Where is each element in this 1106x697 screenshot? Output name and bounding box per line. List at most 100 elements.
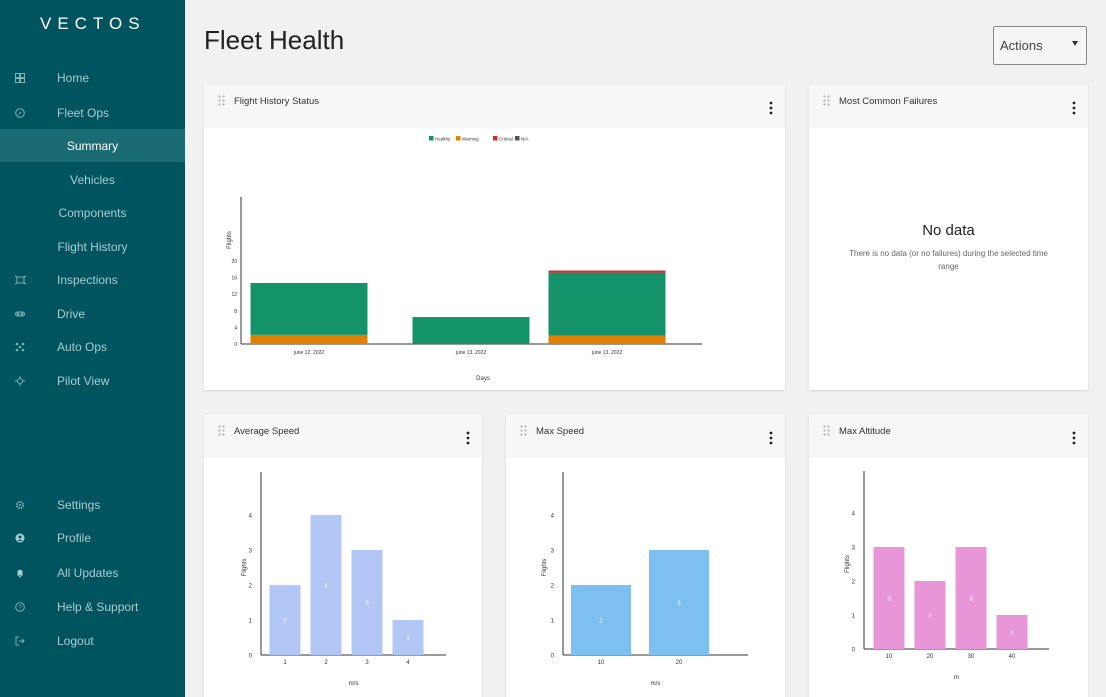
max-altitude-chart: 01234310220330140mFlights	[845, 471, 1049, 681]
bell-icon	[14, 567, 26, 579]
stacked-bar-segment	[548, 272, 666, 336]
sidebar: VECTOS Home Fleet Ops Summary Vehicles Compo…	[0, 0, 185, 697]
more-options-icon[interactable]	[466, 431, 470, 445]
logout-icon	[14, 635, 26, 647]
sidebar-item-auto-ops[interactable]: Auto Ops	[0, 330, 185, 363]
y-tick-label: 0	[234, 342, 237, 348]
y-tick-label: 2	[551, 584, 555, 590]
sidebar-item-label: All Updates	[57, 565, 119, 580]
flight-history-card: Flight History Status 0 4 8 12 16 20 june 12, …	[204, 85, 785, 390]
y-tick-label: 2	[852, 580, 856, 586]
sidebar-item-settings[interactable]: Settings	[0, 488, 185, 521]
drag-handle-icon[interactable]	[520, 425, 527, 439]
pilot-icon	[14, 375, 26, 387]
x-tick-label: june 12, 2022	[293, 350, 325, 356]
y-axis-title: Flights	[542, 559, 548, 577]
sidebar-item-profile[interactable]: Profile	[0, 521, 185, 554]
average-speed-chart: 0123421423314m/sFlights	[242, 472, 446, 687]
max-speed-card: Max Speed 0 1 2 3 4 2 10 3 20 m/s Flights	[506, 415, 785, 697]
average-speed-card: Average Speed 0 1 2 3 4 2 1 4 2 3 3 1 4 m/s Flights	[204, 415, 482, 697]
actions-dropdown[interactable]: Actions	[993, 26, 1087, 65]
vectos-logo: VECTOS	[40, 14, 146, 33]
sidebar-item-label: Components	[58, 205, 127, 220]
inspection-icon	[14, 274, 26, 286]
sidebar-item-help-support[interactable]: ? Help & Support	[0, 590, 185, 623]
card-header: Average Speed	[204, 415, 482, 458]
y-tick-label: 16	[231, 276, 237, 282]
x-tick-label: 10	[598, 660, 605, 666]
sidebar-item-label: Inspections	[57, 272, 118, 287]
sidebar-item-label: Home	[57, 70, 90, 85]
sidebar-item-home[interactable]: Home	[0, 61, 185, 94]
more-options-icon[interactable]	[1072, 431, 1076, 445]
x-tick-label: 1	[283, 660, 287, 666]
y-tick-label: 1	[249, 619, 253, 625]
x-axis-title: m	[954, 675, 959, 681]
drag-handle-icon[interactable]	[823, 425, 830, 439]
x-tick-label: 2	[324, 660, 328, 666]
sidebar-item-all-updates[interactable]: All Updates	[0, 556, 185, 589]
sidebar-item-inspections[interactable]: Inspections	[0, 263, 185, 296]
y-tick-label: 4	[249, 514, 253, 520]
gear-icon	[14, 499, 26, 511]
sidebar-item-label: Help & Support	[57, 599, 139, 614]
legend-swatch	[456, 136, 461, 141]
drag-handle-icon[interactable]	[218, 95, 225, 109]
sidebar-item-label: Drive	[57, 306, 86, 321]
y-axis-title: Flights	[227, 231, 233, 249]
sidebar-item-label: Auto Ops	[57, 339, 108, 354]
sidebar-item-label: Profile	[57, 530, 92, 545]
legend-swatch	[493, 136, 498, 141]
sidebar-item-components[interactable]: Components	[0, 196, 185, 229]
sidebar-item-drive[interactable]: Drive	[0, 297, 185, 330]
y-axis-title: Flights	[242, 559, 248, 577]
flight-history-chart: 0 4 8 12 16 20 june 12, 2022 june 13, 2022 june …	[227, 136, 702, 382]
y-tick-label: 12	[231, 292, 237, 298]
max-altitude-card: Max Altitude 0 1 2 3 4 3 10 2 20 3 30 1 40 m Flights	[809, 415, 1088, 697]
actions-label: Actions	[1000, 38, 1043, 53]
y-tick-label: 2	[249, 584, 253, 590]
y-axis-title: Flights	[845, 555, 851, 573]
x-axis-title: m/s	[349, 681, 359, 687]
y-tick-label: 3	[249, 549, 253, 555]
no-data-title: No data	[922, 222, 975, 239]
more-options-icon[interactable]	[1072, 101, 1076, 115]
sidebar-item-label: Pilot View	[57, 373, 110, 388]
card-header: Flight History Status	[204, 85, 785, 128]
stacked-bar-segment	[412, 317, 530, 344]
card-title: Flight History Status	[234, 96, 319, 107]
x-tick-label: 10	[886, 654, 893, 660]
stacked-bar-segment	[250, 282, 368, 335]
page-title: Fleet Health	[204, 25, 345, 55]
x-axis-title: Days	[476, 376, 490, 382]
max-speed-chart: 01234210320m/sFlights	[542, 472, 748, 687]
x-tick-label: 30	[968, 654, 975, 660]
sidebar-item-logout[interactable]: Logout	[0, 624, 185, 657]
drag-handle-icon[interactable]	[218, 425, 225, 439]
stacked-bar-segment	[548, 335, 666, 344]
legend-swatch	[429, 136, 434, 141]
legend-label: N/A	[521, 136, 529, 141]
sidebar-item-summary[interactable]: Summary	[0, 129, 185, 162]
drag-handle-icon[interactable]	[823, 95, 830, 109]
stacked-bar-segment	[548, 270, 666, 273]
logo-text: VECTOS	[40, 14, 146, 33]
sidebar-item-flight-history[interactable]: Flight History	[0, 230, 185, 263]
x-tick-label: 20	[676, 660, 683, 666]
more-options-icon[interactable]	[769, 431, 773, 445]
sidebar-item-label: Flight History	[57, 239, 128, 254]
sidebar-item-pilot-view[interactable]: Pilot View	[0, 364, 185, 397]
dashboard-icon	[14, 72, 26, 84]
sidebar-item-fleet-ops[interactable]: Fleet Ops	[0, 96, 185, 129]
legend-swatch	[515, 136, 520, 141]
y-tick-label: 20	[231, 259, 237, 265]
y-tick-label: 0	[852, 648, 856, 654]
card-title: Most Common Failures	[839, 96, 938, 107]
more-options-icon[interactable]	[769, 101, 773, 115]
y-tick-label: 4	[234, 325, 237, 331]
sidebar-item-label: Fleet Ops	[57, 105, 110, 120]
sidebar-item-label: Settings	[57, 497, 101, 512]
user-icon	[14, 532, 26, 544]
sidebar-item-vehicles[interactable]: Vehicles	[0, 163, 185, 196]
x-tick-label: june 13, 2022	[455, 350, 487, 356]
